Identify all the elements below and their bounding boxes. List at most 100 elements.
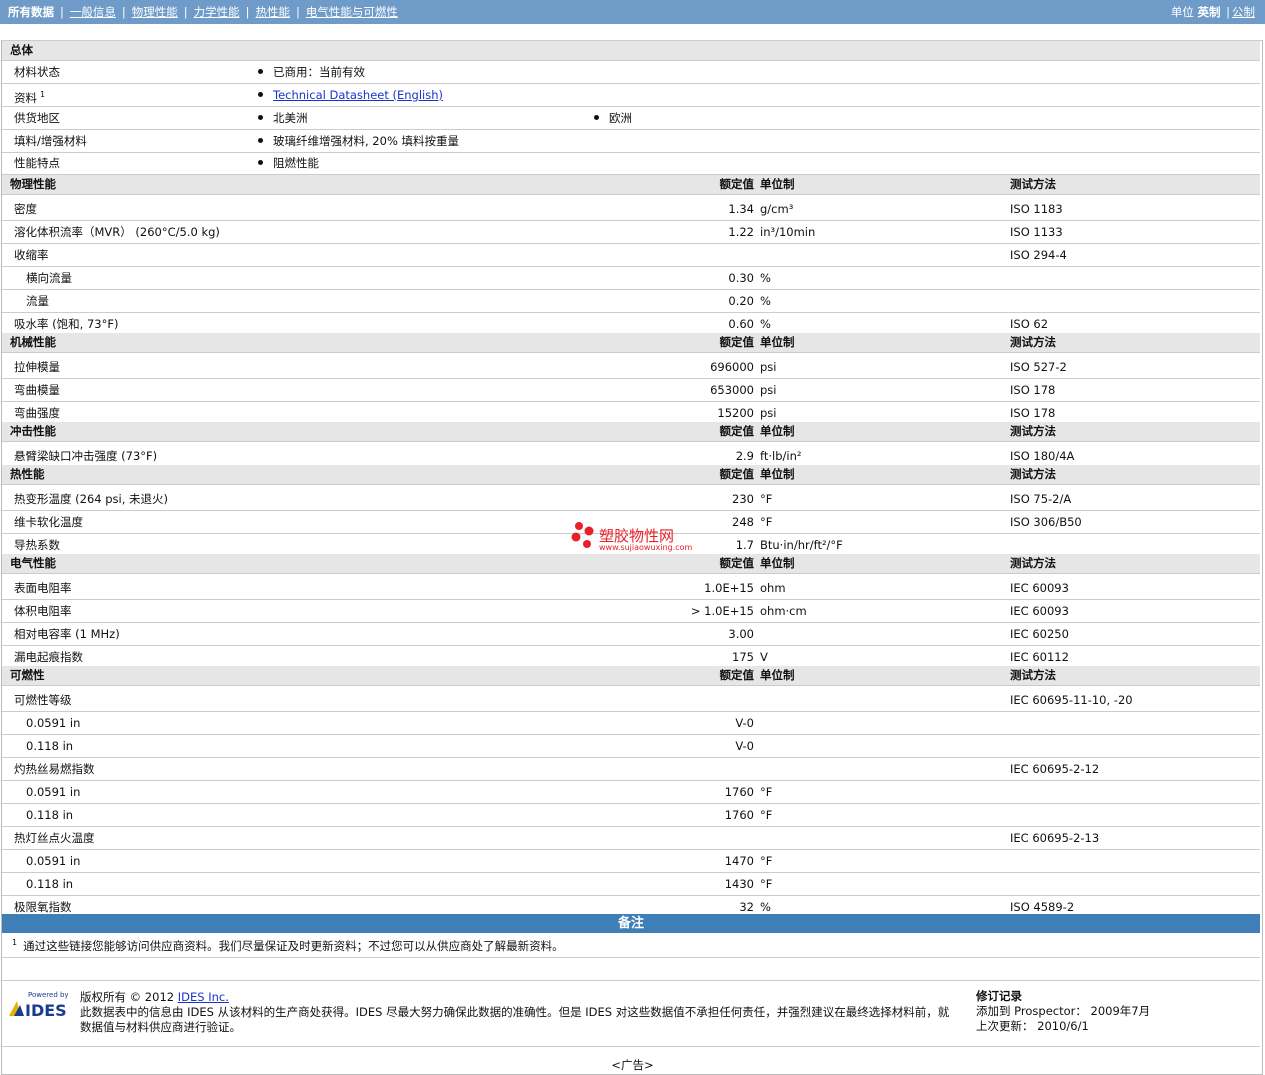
divider	[2, 1046, 1260, 1047]
property-value: 1.7	[735, 538, 754, 552]
property-label: 热变形温度 (264 psi, 未退火)	[14, 492, 169, 506]
test-method: ISO 306/B50	[1010, 515, 1082, 529]
unit-imperial[interactable]: 英制	[1197, 5, 1220, 19]
footnote: 1 通过这些链接您能够访问供应商资料。我们尽量保证及时更新资料；不过您可以从供应商…	[12, 938, 564, 954]
nav-general-info[interactable]: 一般信息	[70, 5, 116, 19]
row-label: 填料/增强材料	[14, 134, 87, 148]
ides-link[interactable]: IDES Inc.	[178, 990, 229, 1004]
nav-mechanical[interactable]: 力学性能	[194, 5, 240, 19]
footnote-text: 通过这些链接您能够访问供应商资料。我们尽量保证及时更新资料；不过您可以从供应商处…	[23, 939, 564, 953]
property-label: 灼热丝易燃指数	[14, 762, 95, 776]
section-header-flammability: 可燃性 额定值 单位制 测试方法	[2, 666, 1260, 686]
column-header-method: 测试方法	[1010, 335, 1056, 349]
datasheet-link[interactable]: Technical Datasheet (English)	[273, 88, 443, 102]
row-label: 性能特点	[14, 156, 60, 170]
section-header-electrical: 电气性能 额定值 单位制 测试方法	[2, 554, 1260, 574]
row-label: 供货地区	[14, 111, 60, 125]
property-unit: ohm·cm	[760, 604, 807, 618]
property-label: 维卡软化温度	[14, 515, 83, 529]
table-row: 0.0591 in 1760 °F	[2, 781, 1260, 804]
table-row: 0.0591 in 1470 °F	[2, 850, 1260, 873]
column-header-unit: 单位制	[760, 467, 795, 481]
watermark-url: www.sujiaowuxing.com	[599, 543, 693, 552]
nav-physical[interactable]: 物理性能	[132, 5, 178, 19]
property-unit: °F	[760, 515, 773, 529]
property-value: 15200	[717, 406, 754, 420]
property-value: 3.00	[728, 627, 754, 641]
row-value: 阻燃性能	[273, 156, 319, 170]
section-nav: 所有数据 | 一般信息 | 物理性能 | 力学性能 | 热性能 | 电气性能与可燃性	[8, 5, 398, 19]
revision-updated: 上次更新： 2010/6/1	[976, 1019, 1089, 1033]
table-row: 灼热丝易燃指数 IEC 60695-2-12	[2, 758, 1260, 781]
property-label: 0.0591 in	[26, 716, 81, 730]
property-label: 悬臂梁缺口冲击强度 (73°F)	[14, 449, 158, 463]
revision-added: 添加到 Prospector： 2009年7月	[976, 1004, 1151, 1018]
property-value: 0.30	[728, 271, 754, 285]
general-row-filler: 填料/增强材料 玻璃纤维增强材料, 20% 填料按重量	[2, 130, 1260, 153]
table-row: 0.0591 in V-0	[2, 712, 1260, 735]
property-unit: V	[760, 650, 768, 664]
column-header-unit: 单位制	[760, 177, 795, 191]
property-value: 1760	[724, 785, 754, 799]
section-title: 热性能	[10, 467, 45, 481]
table-row: 体积电阻率 > 1.0E+15 ohm·cm IEC 60093	[2, 600, 1260, 623]
property-unit: in³/10min	[760, 225, 816, 239]
property-unit: °F	[760, 854, 773, 868]
property-unit: °F	[760, 785, 773, 799]
test-method: ISO 1183	[1010, 202, 1063, 216]
test-method: ISO 62	[1010, 317, 1049, 331]
table-row: 相对电容率 (1 MHz) 3.00 IEC 60250	[2, 623, 1260, 646]
ides-logo-icon: Powered by IDES	[9, 991, 69, 1020]
property-value: 696000	[710, 360, 754, 374]
unit-switcher: 单位 英制 | 公制	[1170, 5, 1255, 19]
notes-header: 备注	[2, 914, 1260, 933]
table-row: 流量 0.20%	[2, 290, 1260, 313]
property-label: 溶化体积流率（MVR） (260°C/5.0 kg)	[14, 225, 220, 239]
section-title: 机械性能	[10, 335, 56, 349]
property-label: 体积电阻率	[14, 604, 72, 618]
property-label: 可燃性等级	[14, 693, 72, 707]
property-label: 拉伸模量	[14, 360, 60, 374]
watermark: 塑胶物性网 www.sujiaowuxing.com	[570, 520, 710, 556]
property-value: 1760	[724, 808, 754, 822]
property-unit: %	[760, 317, 771, 331]
property-value: 1470	[724, 854, 754, 868]
unit-metric[interactable]: 公制	[1232, 5, 1255, 19]
footnote-number: 1	[12, 938, 18, 948]
section-title: 电气性能	[10, 556, 56, 570]
column-header-method: 测试方法	[1010, 668, 1056, 682]
top-nav-bar: 所有数据 | 一般信息 | 物理性能 | 力学性能 | 热性能 | 电气性能与可燃性 单位 英制 |…	[0, 0, 1265, 24]
section-header-impact: 冲击性能 额定值 单位制 测试方法	[2, 422, 1260, 442]
test-method: IEC 60695-11-10, -20	[1010, 693, 1133, 707]
section-title: 可燃性	[10, 668, 45, 682]
property-unit: ohm	[760, 581, 786, 595]
copyright-block: 版权所有 © 2012 IDES Inc. 此数据表中的信息由 IDES 从该材…	[80, 990, 960, 1035]
property-value: 248	[732, 515, 754, 529]
property-label: 横向流量	[26, 271, 72, 285]
property-unit: ft·lb/in²	[760, 449, 802, 463]
table-row: 收缩率 ISO 294-4	[2, 244, 1260, 267]
table-row: 热灯丝点火温度 IEC 60695-2-13	[2, 827, 1260, 850]
property-unit: °F	[760, 808, 773, 822]
ides-logo[interactable]: Powered by IDES	[8, 989, 72, 1020]
column-header-unit: 单位制	[760, 668, 795, 682]
property-label: 收缩率	[14, 248, 49, 262]
column-header-nominal: 额定值	[719, 424, 755, 438]
property-label: 0.118 in	[26, 877, 74, 891]
section-header-thermal: 热性能 额定值 单位制 测试方法	[2, 465, 1260, 485]
column-header-method: 测试方法	[1010, 556, 1056, 570]
nav-thermal[interactable]: 热性能	[256, 5, 291, 19]
test-method: IEC 60695-2-12	[1010, 762, 1100, 776]
property-label: 表面电阻率	[14, 581, 72, 595]
nav-all-data[interactable]: 所有数据	[8, 5, 54, 19]
property-value: 1.34	[728, 202, 754, 216]
row-label: 资料	[14, 90, 37, 105]
column-header-method: 测试方法	[1010, 424, 1056, 438]
section-title: 物理性能	[10, 177, 56, 191]
disclaimer: 此数据表中的信息由 IDES 从该材料的生产商处获得。IDES 尽最大努力确保此…	[80, 1005, 950, 1034]
section-title: 冲击性能	[10, 424, 56, 438]
nav-electrical[interactable]: 电气性能与可燃性	[306, 5, 398, 19]
property-unit: °F	[760, 877, 773, 891]
property-value: 1.22	[728, 225, 754, 239]
general-row-status: 材料状态 已商用：当前有效	[2, 61, 1260, 84]
